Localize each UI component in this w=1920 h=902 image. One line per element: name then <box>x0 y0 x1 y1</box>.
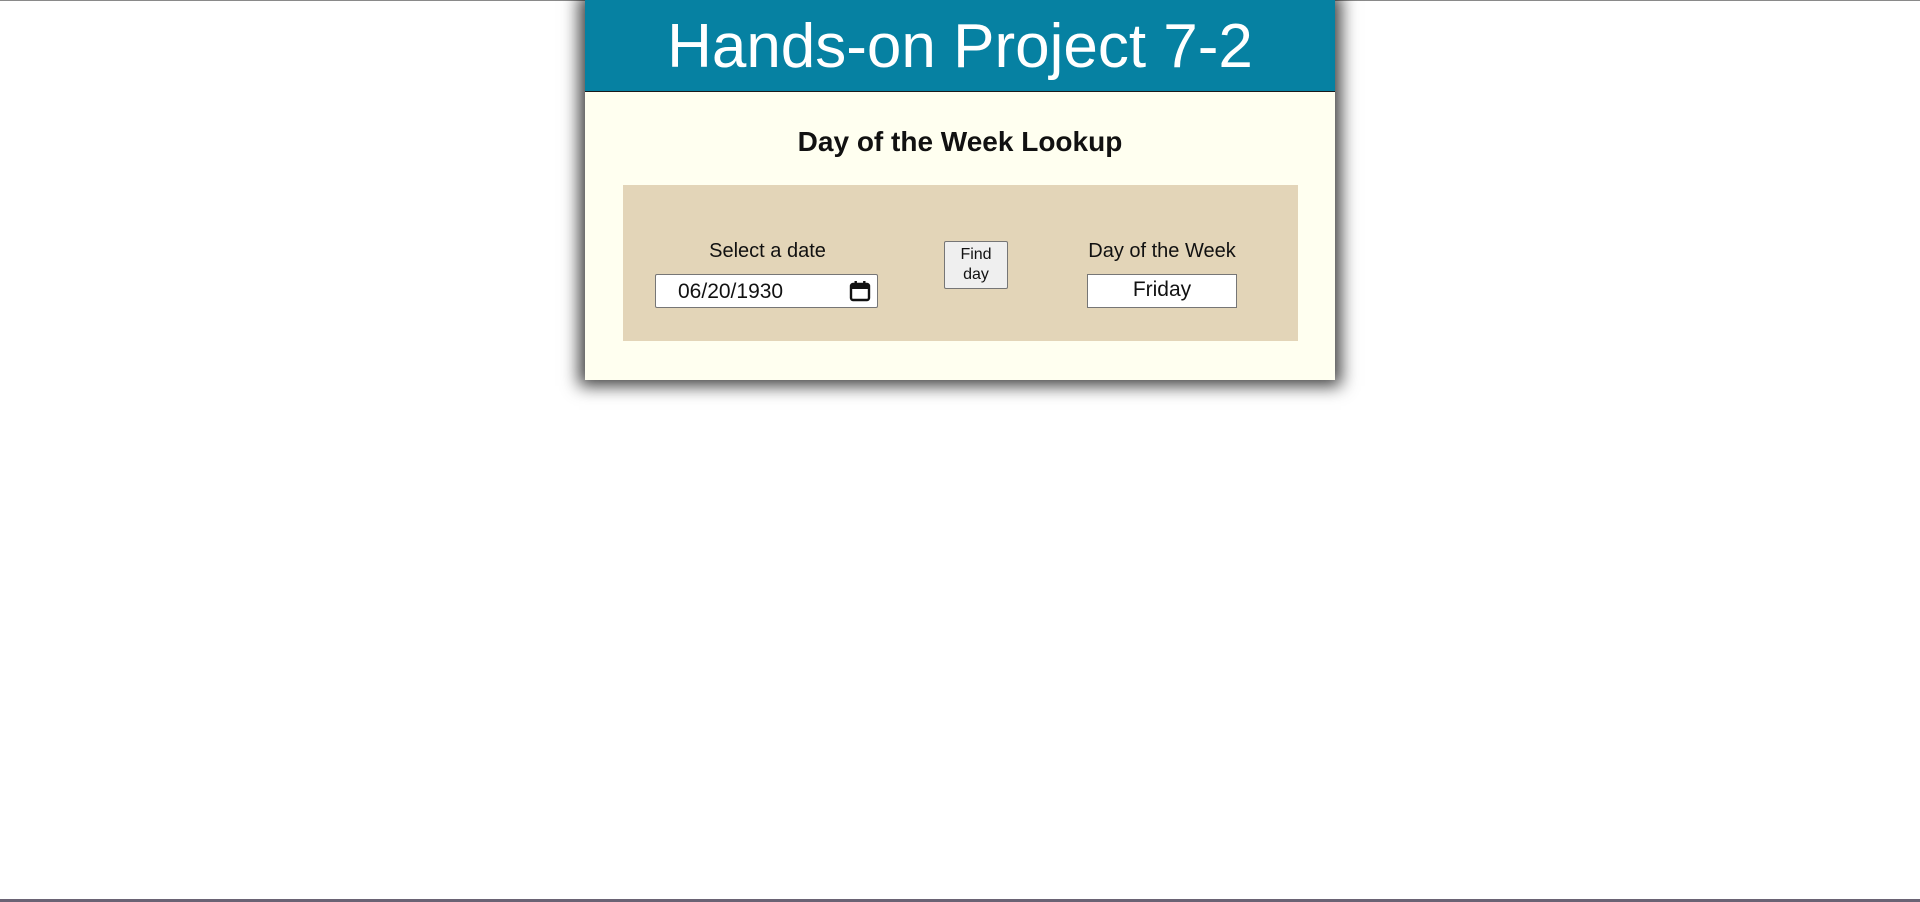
lookup-form-panel: Select a date 06/20/1930 Find day Day of… <box>623 185 1298 341</box>
page-title: Hands-on Project 7-2 <box>667 11 1253 81</box>
calendar-icon[interactable] <box>849 280 871 302</box>
day-of-week-label: Day of the Week <box>1088 240 1236 262</box>
date-input[interactable]: 06/20/1930 <box>655 274 878 308</box>
date-input-value: 06/20/1930 <box>678 280 784 303</box>
section-heading: Day of the Week Lookup <box>797 126 1123 157</box>
project-card: Hands-on Project 7-2 Day of the Week Loo… <box>585 0 1335 380</box>
find-day-button[interactable]: Find day <box>944 241 1008 289</box>
day-of-week-output: Friday <box>1087 274 1237 308</box>
page-banner: Hands-on Project 7-2 <box>585 0 1335 92</box>
date-field-label: Select a date <box>709 240 826 262</box>
